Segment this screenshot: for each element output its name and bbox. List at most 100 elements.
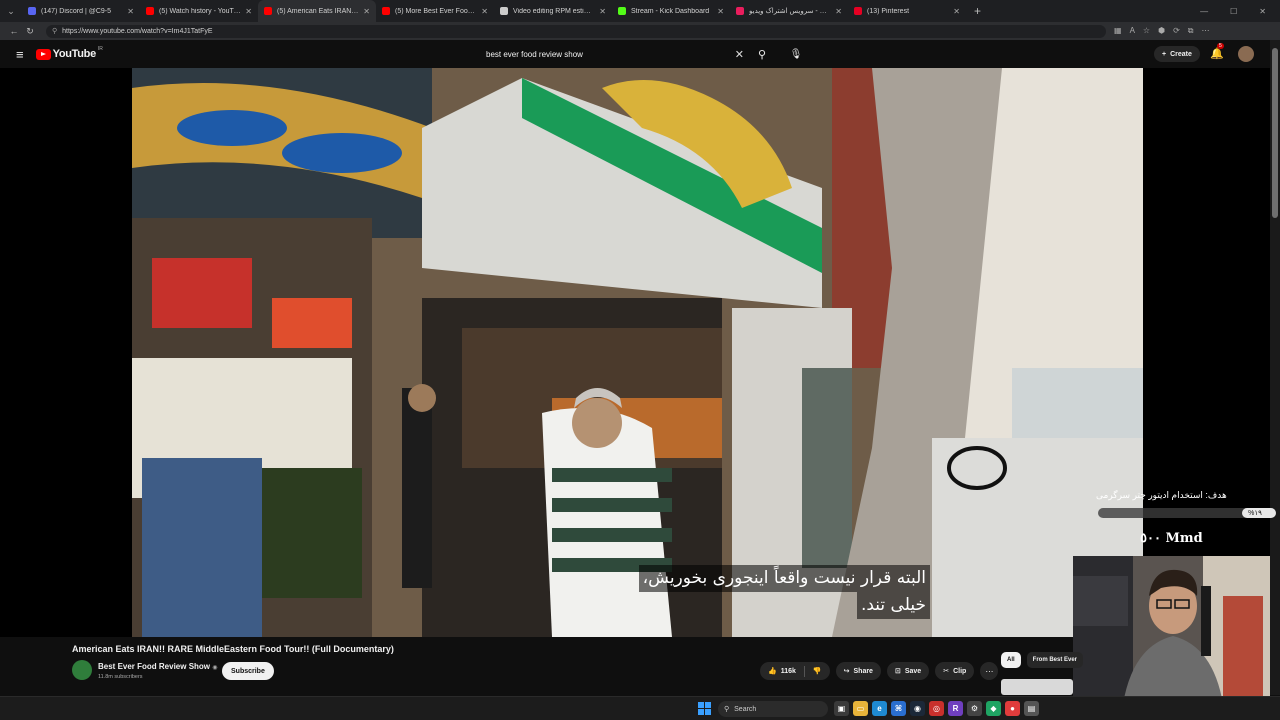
back-icon[interactable]: ← <box>6 26 22 36</box>
tab-close-icon[interactable]: ✕ <box>599 7 606 16</box>
app-icon[interactable]: ◆ <box>986 701 1001 716</box>
share-button[interactable]: ↪ Share <box>835 662 881 680</box>
channel-avatar[interactable] <box>72 660 92 680</box>
video-title: American Eats IRAN!! RARE MiddleEastern … <box>72 644 394 654</box>
chip-all[interactable]: All <box>1001 652 1021 668</box>
tab-close-icon[interactable]: ✕ <box>363 7 370 16</box>
vscode-icon[interactable]: ⌘ <box>891 701 906 716</box>
search-button[interactable]: ⚲ <box>752 44 772 64</box>
subscriber-count: 11.8m subscribers <box>98 674 143 680</box>
tab-title: (5) Watch history - YouTube <box>159 7 242 15</box>
clear-search-icon[interactable]: ✕ <box>735 48 744 61</box>
taskbar-search[interactable]: ⚲ Search <box>718 701 828 717</box>
share-label: Share <box>853 667 873 675</box>
task-view-icon[interactable]: ▣ <box>834 701 849 716</box>
goal-percent: %۱۹ <box>1248 510 1262 517</box>
more-actions-button[interactable]: ⋯ <box>980 662 999 680</box>
search-input[interactable]: best ever food review show ✕ <box>480 44 748 64</box>
read-aloud-icon[interactable]: A <box>1130 26 1135 36</box>
file-explorer-icon[interactable]: ▭ <box>853 701 868 716</box>
video-player[interactable]: البته قرار نیست واقعاً اینجوری بخوریش، خ… <box>0 68 1270 637</box>
browser-tab[interactable]: (5) American Eats IRAN!! RA ✕ <box>258 0 376 22</box>
new-tab-button[interactable]: + <box>974 4 981 18</box>
address-toolbar: ← ↻ ⚲ https://www.youtube.com/watch?v=Im… <box>0 22 1280 40</box>
tab-close-icon[interactable]: ✕ <box>953 7 960 16</box>
like-count: 116k <box>780 667 796 675</box>
tab-title: Stream - Kick Dashboard <box>631 7 710 15</box>
webcam-person-illustration <box>1073 556 1270 704</box>
chrome-icon[interactable]: ◎ <box>929 701 944 716</box>
save-button[interactable]: ⊡ Save <box>886 662 930 680</box>
channel-name[interactable]: Best Ever Food Review Show ◉ <box>98 662 218 671</box>
browser-tab[interactable]: (147) Discord | @C9-5 ✕ <box>22 0 140 22</box>
browser-tab[interactable]: (13) Pinterest ✕ <box>848 0 966 22</box>
tab-close-icon[interactable]: ✕ <box>835 7 842 16</box>
tab-favicon-icon <box>500 7 508 15</box>
tab-close-icon[interactable]: ✕ <box>481 7 488 16</box>
steam-icon[interactable]: ◉ <box>910 701 925 716</box>
tab-title: (13) Pinterest <box>867 7 910 15</box>
tab-list: (147) Discord | @C9-5 ✕ (5) Watch history … <box>22 0 966 22</box>
browser-tab[interactable]: آپارات - سرویس اشتراک ویدیو ✕ <box>730 0 848 22</box>
tab-favicon-icon <box>28 7 36 15</box>
refresh-icon[interactable]: ↻ <box>22 26 38 37</box>
browser-tab-strip: ⌄ (147) Discord | @C9-5 ✕ (5) Watch histor… <box>0 0 1280 22</box>
settings-more-icon[interactable]: ⋯ <box>1201 26 1209 36</box>
taskbar-pinned-apps: ▣ ▭ e ⌘ ◉ ◎ R ⚙ ◆ ● ▤ <box>834 701 1039 716</box>
maximize-icon[interactable]: ☐ <box>1230 7 1237 16</box>
chip-from-channel[interactable]: From Best Ever <box>1026 652 1084 668</box>
rider-icon[interactable]: R <box>948 701 963 716</box>
collections-icon[interactable]: ⧉ <box>1188 26 1194 36</box>
menu-icon[interactable]: ≡ <box>16 47 24 62</box>
browser-tab[interactable]: Stream - Kick Dashboard ✕ <box>612 0 730 22</box>
refresh-extension-icon[interactable]: ⟳ <box>1173 26 1180 36</box>
browser-tab[interactable]: (5) More Best Ever Food Review S ✕ <box>376 0 494 22</box>
tab-close-icon[interactable]: ✕ <box>717 7 724 16</box>
related-filter-chips: All From Best Ever <box>1001 652 1084 668</box>
account-avatar[interactable] <box>1238 46 1254 62</box>
voice-search-button[interactable]: 🎙 <box>786 44 806 64</box>
calculator-icon[interactable]: ▤ <box>1024 701 1039 716</box>
extensions-bar: ▦ A ☆ ⬢ ⟳ ⧉ ⋯ <box>1114 26 1209 36</box>
url-field[interactable]: ⚲ https://www.youtube.com/watch?v=Im4J1T… <box>46 24 1106 38</box>
favorite-star-icon[interactable]: ☆ <box>1143 26 1150 36</box>
browser-tab[interactable]: (5) Watch history - YouTube ✕ <box>140 0 258 22</box>
notifications-button[interactable]: 🔔 5 <box>1210 43 1224 60</box>
browser-tab[interactable]: Video editing RPM estimate ✕ <box>494 0 612 22</box>
settings-gear-icon[interactable]: ⚙ <box>967 701 982 716</box>
extension-icon[interactable]: ⬢ <box>1158 26 1165 36</box>
recorder-icon[interactable]: ● <box>1005 701 1020 716</box>
youtube-logo[interactable]: YouTube IR <box>35 46 103 60</box>
minimize-icon[interactable]: — <box>1200 7 1208 16</box>
window-controls: — ☐ ✕ <box>1200 7 1280 16</box>
search-query: best ever food review show <box>486 49 583 59</box>
windows-start-icon[interactable] <box>698 702 711 715</box>
close-window-icon[interactable]: ✕ <box>1259 7 1266 16</box>
tab-favicon-icon <box>854 7 862 15</box>
tab-list-menu-button[interactable]: ⌄ <box>0 0 22 22</box>
edge-browser-icon[interactable]: e <box>872 701 887 716</box>
tab-title: آپارات - سرویس اشتراک ویدیو <box>749 8 832 15</box>
like-button[interactable]: 👍 116k <box>760 667 804 676</box>
more-horizontal-icon: ⋯ <box>985 666 994 676</box>
related-video-thumbnail[interactable] <box>1001 679 1073 695</box>
search-icon: ⚲ <box>757 48 767 61</box>
grid-icon[interactable]: ▦ <box>1114 26 1122 36</box>
tab-close-icon[interactable]: ✕ <box>245 7 252 16</box>
tab-title: Video editing RPM estimate <box>513 7 596 15</box>
page-scrollbar[interactable] <box>1270 40 1280 695</box>
create-button[interactable]: + Create <box>1154 46 1200 62</box>
donation-amount: ٥٠٠ Mmd <box>1140 531 1203 546</box>
site-info-icon[interactable]: ⚲ <box>52 27 57 35</box>
scrollbar-thumb[interactable] <box>1272 48 1278 218</box>
microphone-icon: 🎙 <box>789 48 803 60</box>
tab-close-icon[interactable]: ✕ <box>127 7 134 16</box>
subscribe-button[interactable]: Subscribe <box>222 662 274 680</box>
video-frame[interactable] <box>132 68 1143 637</box>
clip-button[interactable]: ✂ Clip <box>935 662 975 680</box>
dislike-button[interactable]: 👎 <box>805 667 830 675</box>
verified-badge-icon: ◉ <box>212 665 218 671</box>
youtube-header: ≡ YouTube IR best ever food review show … <box>0 40 1270 68</box>
streamer-webcam <box>1073 556 1270 704</box>
channel-name-text: Best Ever Food Review Show <box>98 662 211 671</box>
